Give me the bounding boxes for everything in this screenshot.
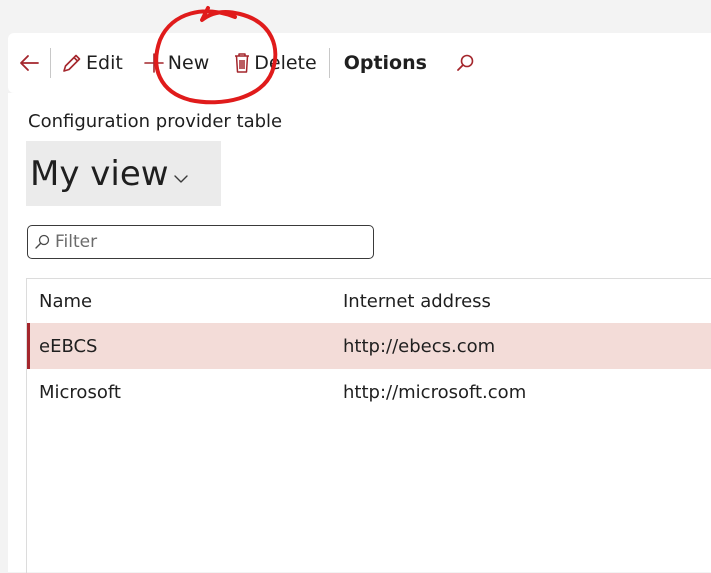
page-caption: Configuration provider table bbox=[28, 111, 283, 132]
filter-input[interactable] bbox=[53, 231, 357, 253]
table-row[interactable]: eEBCS http://ebecs.com bbox=[27, 323, 711, 369]
page-title: My view bbox=[30, 153, 169, 194]
column-header-name[interactable]: Name bbox=[39, 291, 92, 312]
records-grid: Name Internet address eEBCS http://ebecs… bbox=[26, 278, 711, 573]
delete-button[interactable]: Delete bbox=[221, 33, 328, 93]
edit-label: Edit bbox=[86, 52, 123, 74]
main-content: Configuration provider table My view Nam… bbox=[8, 93, 711, 573]
search-icon bbox=[457, 54, 474, 71]
edit-button[interactable]: Edit bbox=[51, 33, 129, 93]
trash-icon bbox=[235, 53, 250, 73]
search-icon bbox=[35, 234, 50, 249]
new-label: New bbox=[167, 52, 210, 74]
back-button[interactable] bbox=[8, 33, 50, 93]
back-arrow-icon bbox=[20, 55, 39, 71]
search-button[interactable] bbox=[447, 33, 483, 93]
cell-name: Microsoft bbox=[39, 381, 121, 403]
pencil-icon bbox=[63, 54, 81, 72]
options-label: Options bbox=[343, 52, 427, 74]
chevron-down-icon bbox=[173, 174, 188, 183]
options-button[interactable]: Options bbox=[330, 33, 447, 93]
grid-header-row: Name Internet address bbox=[27, 279, 711, 323]
cell-name: eEBCS bbox=[39, 335, 98, 357]
column-header-internet-address[interactable]: Internet address bbox=[343, 291, 491, 312]
cell-internet-address: http://ebecs.com bbox=[343, 335, 496, 357]
view-selector[interactable]: My view bbox=[26, 141, 221, 206]
cell-internet-address: http://microsoft.com bbox=[343, 381, 527, 403]
new-button[interactable]: New bbox=[129, 33, 221, 93]
plus-icon bbox=[143, 53, 164, 73]
action-pane: Edit New Delete Options bbox=[8, 33, 711, 93]
table-row[interactable]: Microsoft http://microsoft.com bbox=[27, 369, 711, 415]
delete-label: Delete bbox=[254, 52, 317, 74]
filter-box[interactable] bbox=[27, 225, 374, 259]
